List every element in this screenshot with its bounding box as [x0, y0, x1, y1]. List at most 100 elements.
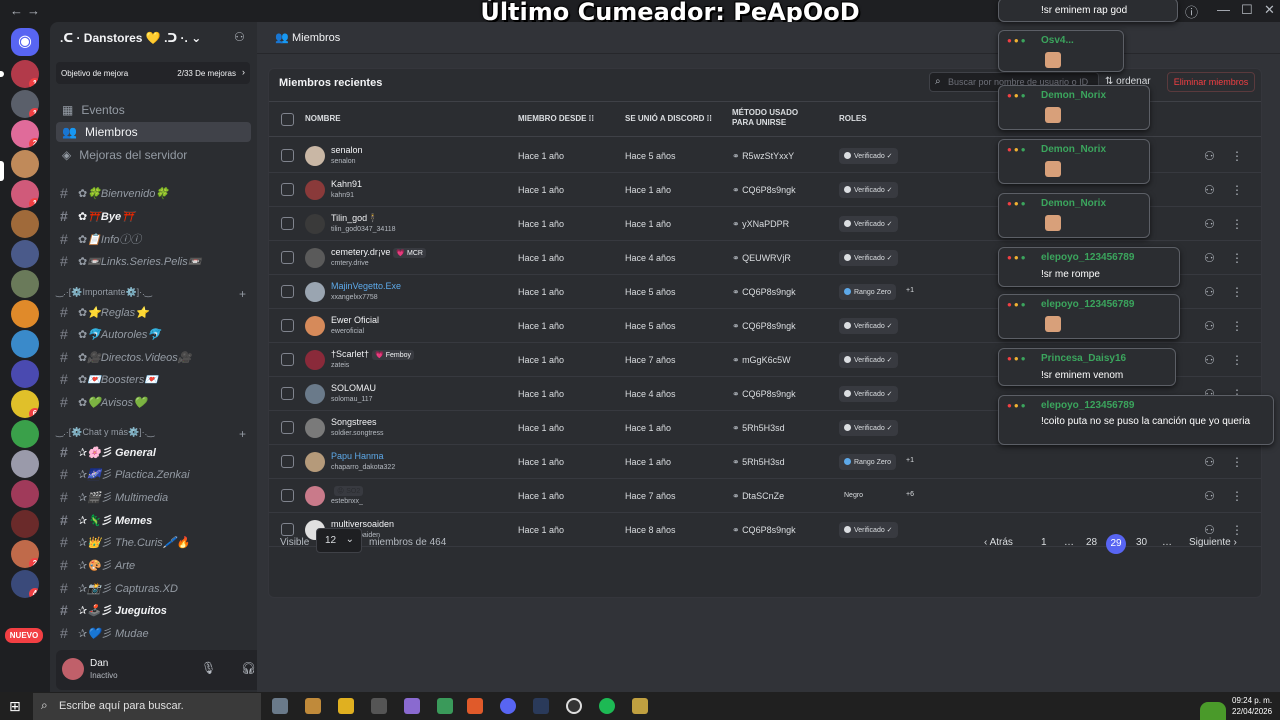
- avatar[interactable]: [305, 282, 325, 302]
- server-icon[interactable]: 2: [11, 540, 39, 568]
- more-options-icon[interactable]: ⋮: [1231, 285, 1243, 299]
- category-header[interactable]: ‿.·[⚙️Importante⚙️]·.‿ +: [56, 287, 246, 301]
- app-icon[interactable]: [272, 698, 288, 714]
- channel-item[interactable]: # ✰🌌彡 Plactica.Zenkai: [56, 464, 251, 484]
- avatar[interactable]: [305, 248, 325, 268]
- nav-members[interactable]: 👥 Miembros: [56, 122, 251, 142]
- current-page[interactable]: 29: [1106, 534, 1126, 554]
- server-icon[interactable]: [11, 240, 39, 268]
- role-badge[interactable]: Verificado ✓: [839, 148, 898, 164]
- member-name[interactable]: Tilin_god🕴: [331, 213, 378, 224]
- app-icon[interactable]: [404, 698, 420, 714]
- channel-item[interactable]: # ✿💚Avisos💚: [56, 392, 251, 412]
- member-name[interactable]: SOLOMAU: [331, 383, 376, 393]
- profile-icon[interactable]: ⚇: [1204, 319, 1215, 333]
- row-checkbox[interactable]: [281, 387, 294, 400]
- server-icon[interactable]: 6: [11, 390, 39, 418]
- role-badge[interactable]: Rango Zero: [839, 454, 896, 470]
- member-name[interactable]: cemetery.dr¡ve 💗 MCR: [331, 247, 426, 258]
- role-badge[interactable]: Verificado ✓: [839, 420, 898, 436]
- member-name[interactable]: Songstrees: [331, 417, 377, 427]
- channel-item[interactable]: # ✿⛩️Bye⛩️: [56, 206, 251, 226]
- server-icon[interactable]: [11, 150, 39, 178]
- channel-item[interactable]: # ✿⭐Reglas⭐: [56, 302, 251, 322]
- profile-icon[interactable]: ⚇: [1204, 353, 1215, 367]
- row-checkbox[interactable]: [281, 217, 294, 230]
- more-options-icon[interactable]: ⋮: [1231, 319, 1243, 333]
- more-options-icon[interactable]: ⋮: [1231, 455, 1243, 469]
- member-name[interactable]: Papu Hanma: [331, 451, 384, 461]
- channel-item[interactable]: # ✰🌸彡 General: [56, 442, 251, 462]
- profile-icon[interactable]: ⚇: [1204, 183, 1215, 197]
- server-icon[interactable]: [11, 450, 39, 478]
- profile-icon[interactable]: ⚇: [1204, 217, 1215, 231]
- role-badge[interactable]: Verificado ✓: [839, 318, 898, 334]
- per-page-select[interactable]: 12 ⌄: [316, 528, 362, 553]
- channel-item[interactable]: # ✰🎬彡 Multimedia: [56, 487, 251, 507]
- role-badge[interactable]: Rango Zero: [839, 284, 896, 300]
- headphones-icon[interactable]: 🎧︎: [241, 661, 256, 675]
- page-link[interactable]: 28: [1086, 537, 1097, 548]
- avatar[interactable]: [305, 316, 325, 336]
- channel-item[interactable]: # ✿💌Boosters💌: [56, 369, 251, 389]
- row-checkbox[interactable]: [281, 183, 294, 196]
- avatar[interactable]: [305, 486, 325, 506]
- app-icon[interactable]: [533, 698, 549, 714]
- avatar[interactable]: [305, 350, 325, 370]
- avatar[interactable]: [305, 214, 325, 234]
- boost-goal-bar[interactable]: Objetivo de mejora 2/33 De mejoras ›: [56, 62, 250, 84]
- table-row[interactable]: 😡 SO2 estebnxx_ Hace 1 año Hace 7 años ⚭…: [269, 479, 1261, 513]
- spotify-icon[interactable]: [599, 698, 615, 714]
- member-name[interactable]: senalon: [331, 145, 363, 155]
- server-icon[interactable]: 2: [11, 120, 39, 148]
- column-header[interactable]: MIEMBRO DESDE ⁞⁞: [518, 114, 594, 124]
- row-checkbox[interactable]: [281, 421, 294, 434]
- channel-item[interactable]: # ✿📋Infoⓘⓘ: [56, 229, 251, 249]
- avatar[interactable]: [305, 180, 325, 200]
- server-icon[interactable]: 1: [11, 60, 39, 88]
- channel-item[interactable]: # ✰🎨彡 Arte: [56, 555, 251, 575]
- add-user-icon[interactable]: ⚇: [234, 30, 245, 44]
- row-checkbox[interactable]: [281, 489, 294, 502]
- folder-icon[interactable]: [338, 698, 354, 714]
- server-icon[interactable]: 1: [11, 90, 39, 118]
- profile-icon[interactable]: ⚇: [1204, 455, 1215, 469]
- more-options-icon[interactable]: ⋮: [1231, 353, 1243, 367]
- table-row[interactable]: Papu Hanma chaparro_dakota322 Hace 1 año…: [269, 445, 1261, 479]
- role-badge[interactable]: Negro: [839, 488, 868, 504]
- server-icon[interactable]: [11, 210, 39, 238]
- server-icon[interactable]: [11, 330, 39, 358]
- app-icon[interactable]: [371, 698, 387, 714]
- role-badge[interactable]: Verificado ✓: [839, 250, 898, 266]
- select-all-checkbox[interactable]: [281, 113, 294, 126]
- app-icon[interactable]: [305, 698, 321, 714]
- row-checkbox[interactable]: [281, 285, 294, 298]
- nav-events[interactable]: ▦ Eventos: [56, 100, 251, 120]
- page-link[interactable]: 30: [1136, 537, 1147, 548]
- server-icon[interactable]: 1: [11, 180, 39, 208]
- avatar[interactable]: [305, 452, 325, 472]
- channel-item[interactable]: # ✰🦎彡 Memes: [56, 510, 251, 530]
- server-icon[interactable]: [11, 420, 39, 448]
- more-options-icon[interactable]: ⋮: [1231, 149, 1243, 163]
- server-icon[interactable]: 4: [11, 570, 39, 598]
- next-page-button[interactable]: Siguiente ›: [1189, 537, 1237, 548]
- column-header[interactable]: SE UNIÓ A DISCORD ⁞⁞: [625, 114, 712, 124]
- channel-item[interactable]: # ✿🐬Autoroles🐬: [56, 324, 251, 344]
- member-name[interactable]: Ewer Oficial: [331, 315, 379, 325]
- discord-home-icon[interactable]: ◉: [11, 28, 39, 56]
- more-options-icon[interactable]: ⋮: [1231, 217, 1243, 231]
- avatar[interactable]: [305, 418, 325, 438]
- nav-server-boosts[interactable]: ◈ Mejoras del servidor: [56, 145, 251, 165]
- channel-item[interactable]: # ✿🎥Directos.Videos🎥: [56, 347, 251, 367]
- more-options-icon[interactable]: ⋮: [1231, 183, 1243, 197]
- server-icon[interactable]: [11, 360, 39, 388]
- prev-page-button[interactable]: ‹ Atrás: [984, 537, 1013, 548]
- channel-item[interactable]: # ✰👑彡 The.Curis🖊️🔥: [56, 532, 251, 552]
- member-name[interactable]: 😡 SO2: [331, 485, 364, 496]
- server-icon[interactable]: [11, 480, 39, 508]
- role-badge[interactable]: Verificado ✓: [839, 216, 898, 232]
- obs-icon[interactable]: [566, 698, 582, 714]
- brave-icon[interactable]: [467, 698, 483, 714]
- category-header[interactable]: ‿.·[⚙️Chat y más⚙️]·.‿ +: [56, 427, 246, 441]
